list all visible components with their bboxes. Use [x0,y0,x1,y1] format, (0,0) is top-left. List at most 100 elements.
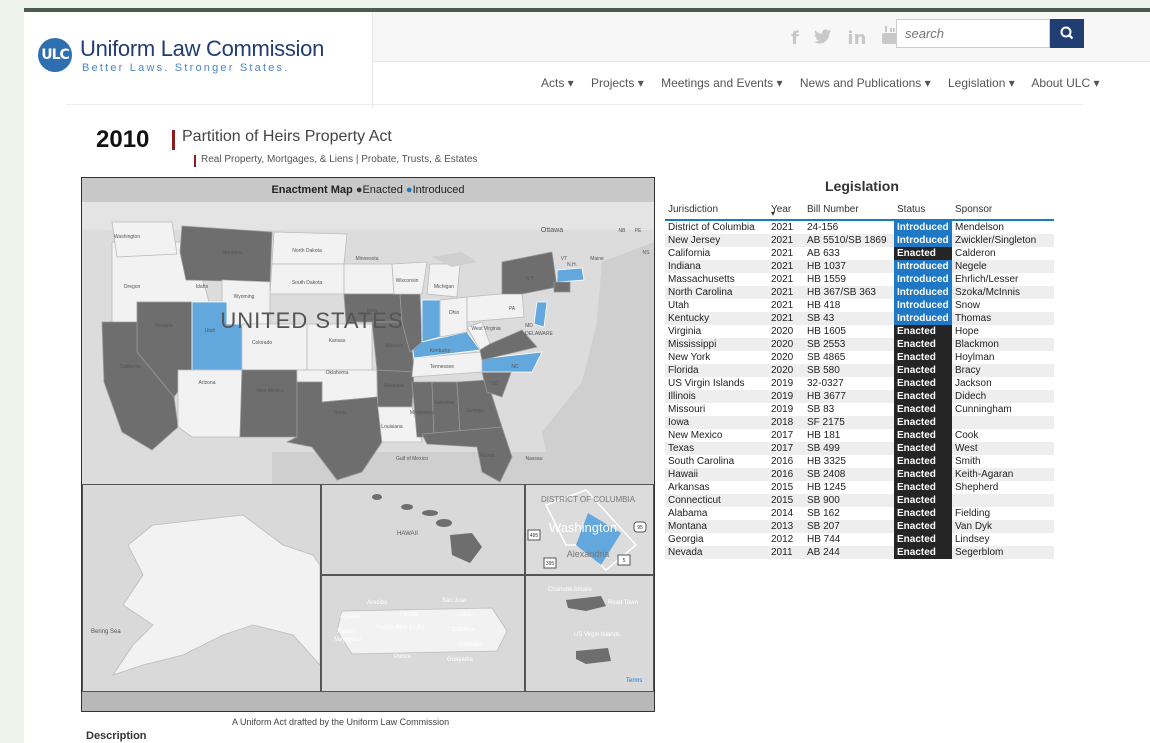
puerto-rico-map[interactable]: Arecibo San Juan Aguada Florida Loiza Ri… [321,575,525,692]
table-row[interactable]: Hawaii 2016 SB 2408 Enacted Keith-Agaran [665,468,1054,481]
map-label-ottawa: Ottawa [541,227,563,234]
map-footer-bar [82,692,654,711]
map-header: Enactment Map ●Enacted ●Introduced [82,178,654,202]
cell-year: 2021 [771,274,794,285]
status-badge: Introduced [894,234,952,247]
table-row[interactable]: Georgia 2012 HB 744 Enacted Lindsey [665,533,1054,546]
table-row[interactable]: Mississippi 2020 SB 2553 Enacted Blackmon [665,338,1054,351]
table-row[interactable]: Utah 2021 HB 418 Introduced Snow [665,299,1054,312]
table-row[interactable]: Montana 2013 SB 207 Enacted Van Dyk [665,520,1054,533]
map-label-ns: NS [643,250,651,256]
map-label-aguada: Aguada [340,614,361,620]
table-row[interactable]: Kentucky 2021 SB 43 Introduced Thomas [665,312,1054,325]
cell-sponsor: Fielding [955,508,991,519]
table-row[interactable]: New Mexico 2017 HB 181 Enacted Cook [665,429,1054,442]
cell-bill-number: HB 1037 [804,260,894,273]
search-field[interactable] [896,19,1050,48]
nav-acts[interactable]: Acts ▾ [541,76,574,90]
table-row[interactable]: Virginia 2020 HB 1605 Enacted Hope [665,325,1054,338]
table-row[interactable]: Missouri 2019 SB 83 Enacted Cunningham [665,403,1054,416]
table-row[interactable]: North Carolina 2021 HB 367/SB 363 Introduce… [665,286,1054,299]
table-row[interactable]: Connecticut 2015 SB 900 Enacted [665,494,1054,507]
cell-year: 2021 [771,248,794,259]
cell-sponsor: West [952,442,1054,455]
us-main-map[interactable]: Washington Montana North Dakota Minnesot… [82,202,654,484]
cell-year: 2021 [768,286,804,299]
title-accent-bar [172,130,175,150]
table-row[interactable]: Nevada 2011 AB 244 Enacted Segerblom [665,546,1054,559]
col-sponsor[interactable]: Sponsor [952,199,1054,221]
cell-year: 2012 [771,534,794,545]
table-row[interactable]: District of Columbia 2021 24-156 Introduced… [665,220,1054,234]
table-row[interactable]: Florida 2020 SB 580 Enacted Bracy [665,364,1054,377]
nav-news-and-publications[interactable]: News and Publications ▾ [800,76,931,90]
cell-status: Introduced [894,234,952,247]
cell-bill-number: SB 207 [804,520,894,533]
map-label-nc: NC [511,364,519,370]
table-row[interactable]: US Virgin Islands 2019 32-0327 Enacted Jacks… [665,377,1054,390]
twitter-icon[interactable] [814,28,832,49]
cell-jurisdiction: New Mexico [668,430,723,441]
facebook-icon[interactable]: f [791,28,799,49]
cell-status: Enacted [894,546,952,559]
map-label-west-virginia: West Virginia [471,326,500,332]
table-row[interactable]: Arkansas 2015 HB 1245 Enacted Shepherd [665,481,1054,494]
map-label-mayaguez: Mayagüez [334,637,362,643]
cell-status: Enacted [894,507,952,520]
search-input[interactable] [897,20,1045,47]
nav-projects[interactable]: Projects ▾ [591,76,644,90]
status-badge: Enacted [894,390,952,403]
map-label-md: MD [525,323,533,329]
col-bill-number[interactable]: Bill Number [804,199,894,221]
alaska-map[interactable]: Bering Sea [82,484,321,692]
legislation-title: Legislation [825,178,899,194]
table-row[interactable]: Indiana 2021 HB 1037 Introduced Negele [665,260,1054,273]
shield-5: 5 [623,558,626,564]
status-badge: Enacted [894,247,952,260]
shield-495: 495 [530,533,539,539]
hawaii-map[interactable]: HAWAII [321,484,525,575]
sort-desc-icon[interactable]: ▾ [771,209,775,218]
virgin-islands-map[interactable]: Charlotte Amalie Road Town US Virgin Isl… [525,575,654,692]
logo-title[interactable]: Uniform Law Commission [80,36,324,62]
nav-about-ulc[interactable]: About ULC ▾ [1031,76,1099,90]
map-label-utah: Utah [205,328,216,334]
cell-sponsor: Jackson [955,378,992,389]
table-row[interactable]: Alabama 2014 SB 162 Enacted Fielding [665,507,1054,520]
table-row[interactable]: Illinois 2019 HB 3677 Enacted Didech [665,390,1054,403]
map-label-hawaii: HAWAII [397,531,418,537]
table-row[interactable]: Iowa 2018 SF 2175 Enacted [665,416,1054,429]
dc-map[interactable]: DISTRICT OF COLUMBIA Washington Alexandr… [525,484,654,575]
col-year[interactable]: Year ▾ [768,199,804,221]
enactment-map[interactable]: Enactment Map ●Enacted ●Introduced Washi… [81,177,655,712]
table-row[interactable]: New York 2020 SB 4865 Enacted Hoylman [665,351,1054,364]
map-terms-link[interactable]: Terms [626,678,642,684]
ulc-logo-mark[interactable]: ULC [38,38,72,72]
cell-sponsor: Keith-Agaran [952,468,1054,481]
cell-sponsor: Cook [955,430,979,441]
table-header-row: Jurisdiction Year ▾ Bill Number Status Sp… [665,199,1054,221]
search-button[interactable] [1050,19,1084,48]
col-status[interactable]: Status [894,199,952,221]
logo-area[interactable]: ULC Uniform Law Commission Better Laws. … [24,12,373,108]
map-label-country: UNITED STATES [220,308,403,333]
table-row[interactable]: Texas 2017 SB 499 Enacted West [665,442,1054,455]
map-label-charlotte-amalie: Charlotte Amalie [548,587,593,593]
cell-sponsor: Bracy [952,364,1054,377]
nav-legislation[interactable]: Legislation ▾ [948,76,1015,90]
linkedin-icon[interactable]: in [847,28,866,49]
nav-meetings-and-events[interactable]: Meetings and Events ▾ [661,76,782,90]
map-label-rincon: Rincon [337,629,356,635]
map-label-loiza: Loiza [457,612,472,618]
map-label-montana: Montana [222,250,242,256]
map-label-oregon: Oregon [124,284,141,290]
table-row[interactable]: New Jersey 2021 AB 5510/SB 1869 Introduced Z… [665,234,1054,247]
table-row[interactable]: California 2021 AB 633 Enacted Calderon [665,247,1054,260]
search-icon [1060,26,1074,40]
cell-bill-number: HB 3325 [807,456,846,467]
cell-jurisdiction: Texas [665,442,768,455]
table-row[interactable]: Massachusetts 2021 HB 1559 Introduced Ehrlic… [665,273,1054,286]
cell-year: 2011 [768,546,804,559]
table-row[interactable]: South Carolina 2016 HB 3325 Enacted Smith [665,455,1054,468]
col-jurisdiction[interactable]: Jurisdiction [665,199,768,221]
